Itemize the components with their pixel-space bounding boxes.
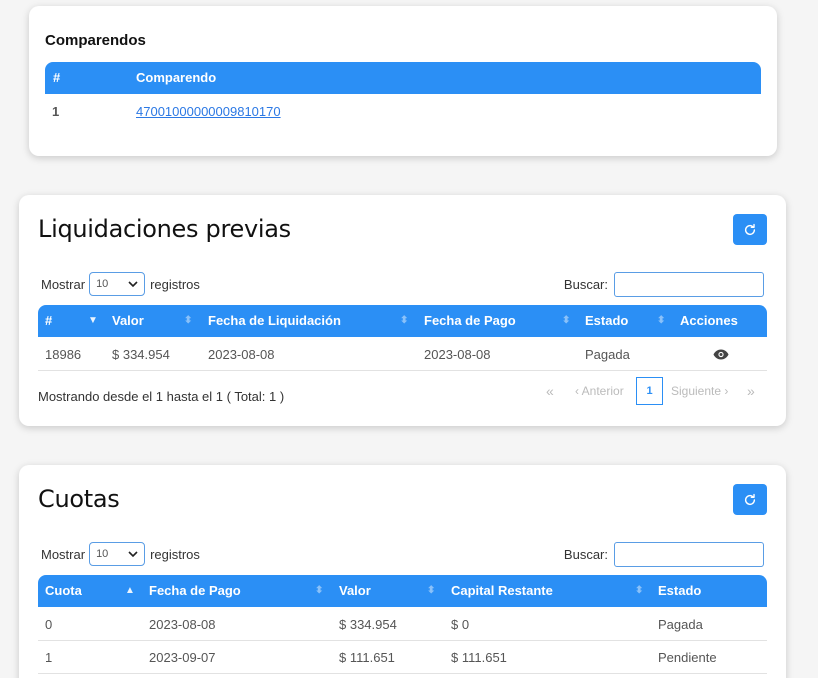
chevron-down-icon: [128, 280, 138, 287]
comparendos-table-header: # Comparendo: [45, 62, 761, 94]
cell-estado: Pagada: [658, 617, 703, 632]
view-button[interactable]: [713, 338, 729, 371]
records-label: registros: [150, 276, 200, 292]
cuotas-title: Cuotas: [38, 485, 120, 513]
cell-estado: Pendiente: [658, 650, 717, 665]
cuotas-search-control: Buscar:: [563, 541, 764, 567]
liquidaciones-refresh-button[interactable]: [733, 214, 767, 245]
pagination-prev[interactable]: ‹ Anterior: [575, 377, 624, 405]
col-header-valor[interactable]: Valor: [339, 575, 371, 607]
pagination-last[interactable]: »: [747, 377, 755, 405]
sort-desc-icon: ▼: [88, 315, 98, 326]
pagination-page-1[interactable]: 1: [636, 377, 663, 405]
liquidaciones-card: Liquidaciones previas Mostrar 10 registr…: [19, 195, 786, 426]
col-header-fecha-liquidacion[interactable]: Fecha de Liquidación: [208, 305, 341, 337]
pagination-next[interactable]: Siguiente ›: [671, 377, 728, 405]
cell-capital: $ 0: [451, 617, 470, 632]
refresh-icon: [744, 223, 756, 235]
comparendo-link[interactable]: 47001000000009810170: [136, 95, 281, 128]
eye-icon: [713, 349, 729, 360]
cell-fecha: 2023-08-08: [149, 617, 216, 632]
cuotas-length-control: Mostrar 10 registros: [41, 542, 200, 566]
col-header-num: #: [53, 70, 61, 85]
col-header-comparendo: Comparendo: [136, 70, 217, 85]
sort-icon: ⬍: [184, 315, 193, 326]
liquidaciones-length-control: Mostrar 10 registros: [41, 272, 200, 296]
cell-num: 1: [52, 104, 60, 119]
liquidaciones-table-header: # ▼ Valor ⬍ Fecha de Liquidación ⬍ Fecha…: [38, 305, 767, 337]
cell-cuota: 0: [45, 617, 53, 632]
cell-valor: $ 111.651: [339, 650, 395, 665]
sort-icon: ⬍: [657, 315, 666, 326]
liquidaciones-search-control: Buscar:: [563, 271, 764, 297]
col-header-valor[interactable]: Valor: [112, 305, 144, 337]
sort-icon: ⬍: [562, 315, 571, 326]
cell-estado: Pagada: [585, 347, 630, 362]
comparendos-card: Comparendos # Comparendo 1 4700100000000…: [29, 6, 777, 156]
sort-icon: ⬍: [400, 315, 409, 326]
table-row: 0 2023-08-08 $ 334.954 $ 0 Pagada: [38, 608, 767, 641]
cuotas-table-header: Cuota ▲ Fecha de Pago ⬍ Valor ⬍ Capital …: [38, 575, 767, 607]
page-size-value: 10: [96, 548, 109, 560]
cell-fecha: 2023-09-07: [149, 650, 216, 665]
table-row: 1 2023-09-07 $ 111.651 $ 111.651 Pendien…: [38, 641, 767, 674]
cell-valor: $ 334.954: [112, 347, 170, 362]
col-header-fecha-pago[interactable]: Fecha de Pago: [424, 305, 516, 337]
sort-icon: ⬍: [315, 585, 324, 596]
cell-capital: $ 111.651: [451, 650, 507, 665]
show-label: Mostrar: [41, 546, 86, 562]
col-header-id[interactable]: #: [45, 305, 52, 337]
cuotas-page-size-select[interactable]: 10: [89, 542, 146, 566]
sort-asc-icon: ▲: [125, 585, 135, 596]
col-header-estado[interactable]: Estado: [658, 575, 701, 607]
pagination-first[interactable]: «: [546, 377, 554, 405]
col-header-cuota[interactable]: Cuota: [45, 575, 82, 607]
cell-cuota: 1: [45, 650, 53, 665]
comparendos-title: Comparendos: [45, 32, 146, 49]
refresh-icon: [744, 493, 756, 505]
col-header-estado[interactable]: Estado: [585, 305, 628, 337]
chevron-down-icon: [128, 550, 138, 557]
cuotas-search-input[interactable]: [614, 541, 764, 567]
cell-fecha-liquidacion: 2023-08-08: [208, 347, 275, 362]
table-row: 1 47001000000009810170: [45, 95, 761, 128]
cuotas-card: Cuotas Mostrar 10 registros Buscar: Cuot…: [19, 465, 786, 678]
cell-id: 18986: [45, 347, 82, 362]
search-label: Buscar:: [563, 276, 608, 292]
sort-icon: ⬍: [635, 585, 644, 596]
col-header-acciones: Acciones: [680, 313, 738, 328]
search-label: Buscar:: [563, 546, 608, 562]
liquidaciones-page-size-select[interactable]: 10: [89, 272, 146, 296]
liquidaciones-title: Liquidaciones previas: [38, 215, 291, 243]
col-header-fecha-pago[interactable]: Fecha de Pago: [149, 575, 241, 607]
col-header-capital-restante[interactable]: Capital Restante: [451, 575, 553, 607]
cell-valor: $ 334.954: [339, 617, 397, 632]
show-label: Mostrar: [41, 276, 86, 292]
cell-fecha-pago: 2023-08-08: [424, 347, 491, 362]
records-label: registros: [150, 546, 200, 562]
page-size-value: 10: [96, 278, 109, 290]
table-row: 18986 $ 334.954 2023-08-08 2023-08-08 Pa…: [38, 338, 767, 371]
sort-icon: ⬍: [427, 585, 436, 596]
liquidaciones-search-input[interactable]: [614, 271, 764, 297]
cuotas-refresh-button[interactable]: [733, 484, 767, 515]
liquidaciones-info: Mostrando desde el 1 hasta el 1 ( Total:…: [38, 389, 285, 404]
